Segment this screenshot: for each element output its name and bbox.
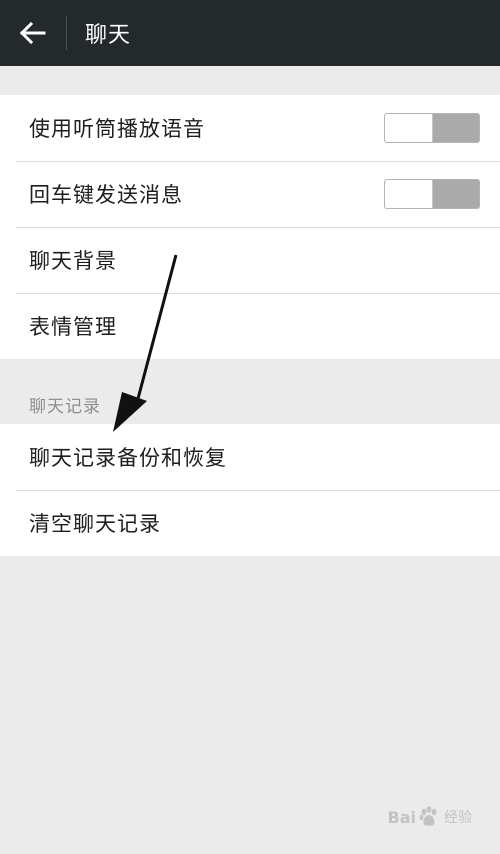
chat-settings-group: 使用听筒播放语音 回车键发送消息 聊天背景 表情管理 (0, 95, 500, 359)
section-header-chat-records: 聊天记录 (29, 397, 101, 417)
setting-clear-history[interactable]: 清空聊天记录 (0, 490, 500, 556)
topbar-divider (66, 16, 67, 50)
setting-earpiece-playback[interactable]: 使用听筒播放语音 (0, 95, 500, 161)
toggle-knob (385, 180, 433, 208)
top-bar: 聊天 (0, 0, 500, 66)
earpiece-playback-toggle[interactable] (384, 113, 480, 143)
chat-records-group: 聊天记录备份和恢复 清空聊天记录 (0, 424, 500, 556)
setting-label: 聊天背景 (29, 249, 117, 273)
arrow-left-icon (20, 22, 46, 44)
setting-backup-restore[interactable]: 聊天记录备份和恢复 (0, 424, 500, 490)
setting-sticker-management[interactable]: 表情管理 (0, 293, 500, 359)
enter-to-send-toggle[interactable] (384, 179, 480, 209)
watermark: Bai 经验 (388, 806, 472, 828)
page-title: 聊天 (85, 23, 132, 48)
watermark-text-left: Bai (387, 807, 416, 827)
setting-label: 回车键发送消息 (29, 183, 183, 207)
setting-label: 表情管理 (29, 315, 117, 339)
setting-enter-to-send[interactable]: 回车键发送消息 (0, 161, 500, 227)
screen: 聊天 使用听筒播放语音 回车键发送消息 聊天背景 表情管理 聊天记录 聊天记录备… (0, 0, 500, 854)
watermark-text-right: 经验 (444, 810, 472, 826)
setting-chat-background[interactable]: 聊天背景 (0, 227, 500, 293)
setting-label: 清空聊天记录 (29, 512, 161, 536)
setting-label: 聊天记录备份和恢复 (29, 446, 227, 470)
paw-icon (419, 806, 437, 826)
back-button[interactable] (0, 0, 66, 66)
setting-label: 使用听筒播放语音 (29, 117, 205, 141)
toggle-knob (385, 114, 433, 142)
